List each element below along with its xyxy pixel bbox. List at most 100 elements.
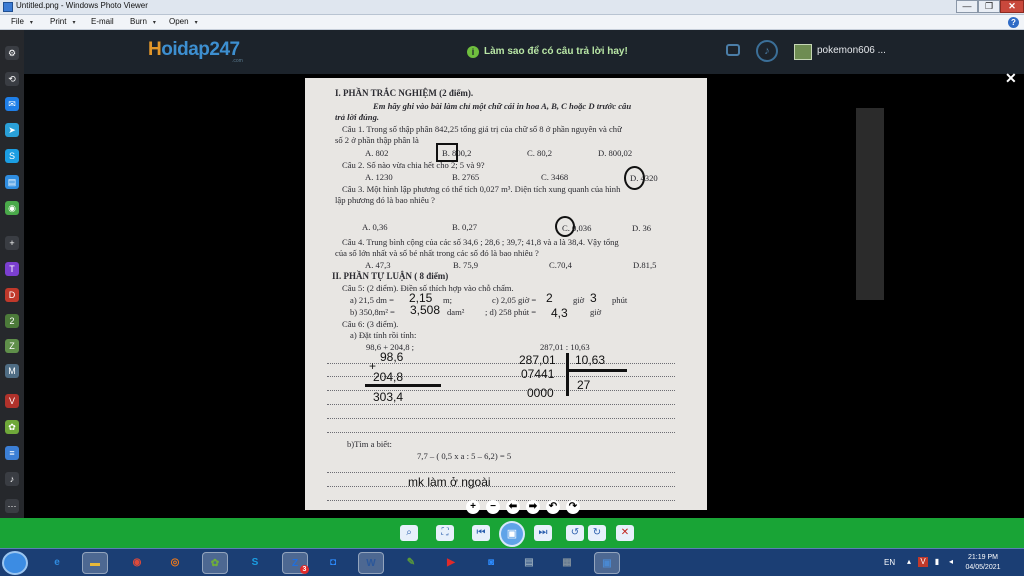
taskbar-leaf-icon[interactable]: ✿ <box>202 552 228 574</box>
handwritten-dividend: 287,01 <box>519 353 556 367</box>
sidebar-telegram-icon[interactable]: ➤ <box>5 123 19 137</box>
ie-glyph: e <box>54 557 60 568</box>
q5-a: a) 21,5 dm = <box>350 295 394 305</box>
taskbar-notes-icon[interactable]: ▤ <box>516 552 542 574</box>
sidebar-d-app-icon[interactable]: D <box>5 288 19 302</box>
zoom-icon[interactable]: ⌕ <box>400 525 418 541</box>
sidebar-add-icon[interactable]: + <box>5 236 19 250</box>
sidebar-games-icon[interactable]: ◉ <box>5 201 19 215</box>
language-indicator[interactable]: EN <box>884 558 895 567</box>
tray-arrow-icon[interactable]: ▴ <box>904 557 914 567</box>
explorer-glyph: ▬ <box>90 558 100 569</box>
network-icon[interactable]: ▮ <box>932 557 942 567</box>
handwritten-remainder: 0000 <box>527 386 554 400</box>
sidebar-m-app-icon[interactable]: M <box>5 364 19 378</box>
q4-option-a: A. 47,3 <box>365 260 391 270</box>
sidebar-more-icon[interactable]: ⋯ <box>5 499 19 513</box>
answer-line <box>327 486 675 487</box>
answer-circle-mark <box>555 216 575 237</box>
q1-option-d: D. 800,02 <box>598 148 633 158</box>
q5-b: b) 350,8m² = <box>350 307 395 317</box>
menu-burn[interactable]: Burn ▾ <box>130 17 156 26</box>
sidebar-news-icon[interactable]: ≡ <box>5 446 19 460</box>
bell-icon[interactable]: ♪ <box>756 40 778 62</box>
taskbar-photo-viewer-icon[interactable]: ▣ <box>594 552 620 574</box>
arrow-left-icon[interactable]: ⬅ <box>506 500 520 514</box>
handwritten-divisor: 10,63 <box>575 353 606 367</box>
minimize-button[interactable]: — <box>956 0 978 13</box>
zoom2-glyph: ◙ <box>487 557 495 568</box>
previous-icon[interactable]: ⏮ <box>472 525 490 541</box>
taskbar-paint-icon[interactable]: ✎ <box>398 552 424 574</box>
zoom-in-icon[interactable]: + <box>466 500 480 514</box>
sidebar-settings-icon[interactable]: ⚙ <box>5 46 19 60</box>
menu-print[interactable]: Print ▾ <box>50 17 75 26</box>
q6-text: Câu 6: (3 điểm). <box>342 319 399 329</box>
tray-app-icon[interactable]: V <box>918 557 928 567</box>
rotate-right-icon[interactable]: ↷ <box>566 500 580 514</box>
howto-link[interactable]: Làm sao để có câu trả lời hay! <box>484 46 628 57</box>
sidebar-skype-icon[interactable]: S <box>5 149 19 163</box>
system-clock[interactable]: 21:19 PM 04/05/2021 <box>960 553 1006 573</box>
q5-c-unit: giờ <box>573 295 585 305</box>
handwritten-note: mk làm ở ngoài <box>408 475 491 489</box>
rotate-left-icon[interactable]: ↶ <box>546 500 560 514</box>
slideshow-button[interactable]: ▣ <box>499 521 525 547</box>
taskbar-calc-icon[interactable]: ▦ <box>554 552 580 574</box>
site-logo[interactable]: Hoidap247 <box>148 39 240 61</box>
logo-h: H <box>148 39 162 60</box>
zalo-glyph: Z <box>291 558 299 569</box>
chrome-glyph: ◉ <box>132 557 142 568</box>
menu-email-label: E-mail <box>91 17 114 26</box>
maximize-button[interactable]: ❐ <box>978 0 1000 13</box>
sidebar-vnexpress-icon[interactable]: V <box>5 394 19 408</box>
taskbar-chrome-icon[interactable]: ◉ <box>124 552 150 574</box>
sidebar-bell-icon[interactable]: ♪ <box>5 472 19 486</box>
taskbar-ie-icon[interactable]: e <box>44 552 70 574</box>
close-button[interactable]: ✕ <box>1000 0 1024 13</box>
actual-size-icon[interactable]: ⛶ <box>436 525 454 541</box>
zoom-out-icon[interactable]: − <box>486 500 500 514</box>
taskbar-firefox-icon[interactable]: ◎ <box>162 552 188 574</box>
menu-open[interactable]: Open ▾ <box>169 17 198 26</box>
arrow-right-icon[interactable]: ➡ <box>526 500 540 514</box>
sidebar-leaf-icon[interactable]: ✿ <box>5 420 19 434</box>
menu-file[interactable]: File ▾ <box>11 17 33 26</box>
delete-icon[interactable]: ✕ <box>616 525 634 541</box>
answer-box-mark <box>436 143 458 162</box>
menu-file-label: File <box>11 17 24 26</box>
sidebar-chat-icon[interactable]: ▤ <box>5 175 19 189</box>
start-button[interactable] <box>2 551 28 575</box>
sidebar-z-app-icon[interactable]: Z <box>5 339 19 353</box>
volume-icon[interactable]: ◂ <box>946 557 956 567</box>
taskbar-youtube-icon[interactable]: ▶ <box>438 552 464 574</box>
notes-glyph: ▤ <box>524 557 534 568</box>
q6-b: b)Tìm a biết: <box>347 439 392 449</box>
handwritten-quotient: 27 <box>577 378 591 392</box>
taskbar-zoom-icon[interactable]: ◘ <box>320 552 346 574</box>
avatar[interactable] <box>794 44 812 60</box>
q1-line-1: Câu 1. Trong số thập phân 842,25 tổng gi… <box>342 124 622 134</box>
taskbar-zoom2-icon[interactable]: ◙ <box>478 552 504 574</box>
taskbar-zalo-icon[interactable]: Z3 <box>282 552 309 574</box>
username[interactable]: pokemon606 ... <box>817 45 886 56</box>
help-icon[interactable]: ? <box>1008 17 1019 28</box>
rotate-ccw-icon[interactable]: ↺ <box>566 525 584 541</box>
taskbar-explorer-icon[interactable]: ▬ <box>82 552 108 574</box>
menu-email[interactable]: E-mail <box>91 17 114 26</box>
sidebar-two-icon[interactable]: 2 <box>5 314 19 328</box>
sidebar-history-icon[interactable]: ⟲ <box>5 72 19 86</box>
taskbar-word-icon[interactable]: W <box>358 552 384 574</box>
info-icon: i <box>467 46 479 58</box>
q3-line-1: Câu 3. Một hình lập phương có thể tích 0… <box>342 184 621 194</box>
sidebar-twitch-icon[interactable]: T <box>5 262 19 276</box>
chevron-down-icon: ▾ <box>152 20 156 26</box>
sidebar-messenger-icon[interactable]: ✉ <box>5 97 19 111</box>
taskbar-skype-icon[interactable]: S <box>242 552 268 574</box>
close-icon[interactable]: ✕ <box>1005 70 1017 87</box>
chat-icon[interactable] <box>726 44 740 56</box>
firefox-glyph: ◎ <box>170 557 180 568</box>
rotate-cw-icon[interactable]: ↻ <box>588 525 606 541</box>
next-icon[interactable]: ⏭ <box>534 525 552 541</box>
handwritten-answer: 3 <box>590 291 597 305</box>
